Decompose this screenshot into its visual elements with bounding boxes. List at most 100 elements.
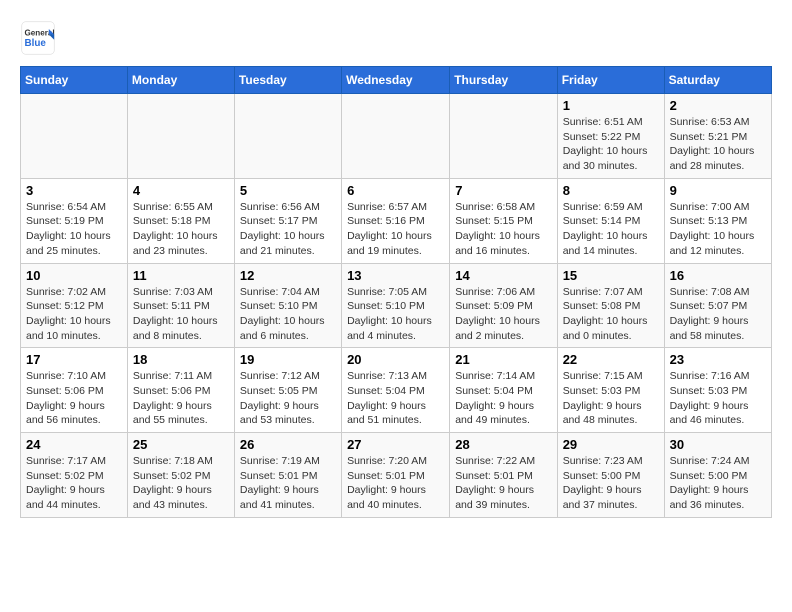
day-number: 23 — [670, 352, 766, 367]
calendar-week-2: 3 Sunrise: 6:54 AM Sunset: 5:19 PM Daylig… — [21, 178, 772, 263]
calendar-cell: 6 Sunrise: 6:57 AM Sunset: 5:16 PM Daylig… — [342, 178, 450, 263]
calendar-cell — [127, 94, 234, 179]
day-number: 14 — [455, 268, 551, 283]
day-number: 20 — [347, 352, 444, 367]
day-number: 17 — [26, 352, 122, 367]
day-number: 24 — [26, 437, 122, 452]
page-header: General Blue — [20, 20, 772, 56]
day-number: 3 — [26, 183, 122, 198]
day-number: 9 — [670, 183, 766, 198]
calendar-week-1: 1 Sunrise: 6:51 AM Sunset: 5:22 PM Daylig… — [21, 94, 772, 179]
calendar-cell — [342, 94, 450, 179]
day-number: 11 — [133, 268, 229, 283]
day-info: Sunrise: 7:19 AM Sunset: 5:01 PM Dayligh… — [240, 454, 336, 513]
calendar-cell: 29Sunrise: 7:23 AM Sunset: 5:00 PM Dayli… — [557, 433, 664, 518]
calendar-week-4: 17 Sunrise: 7:10 AM Sunset: 5:06 PM Dayli… — [21, 348, 772, 433]
day-info: Sunrise: 7:05 AM Sunset: 5:10 PM Dayligh… — [347, 285, 444, 344]
svg-text:Blue: Blue — [25, 38, 47, 49]
logo-icon: General Blue — [20, 20, 56, 56]
weekday-header-wednesday: Wednesday — [342, 67, 450, 94]
calendar-cell: 7 Sunrise: 6:58 AM Sunset: 5:15 PM Daylig… — [450, 178, 557, 263]
day-info: Sunrise: 7:22 AM Sunset: 5:01 PM Dayligh… — [455, 454, 551, 513]
calendar-cell: 13Sunrise: 7:05 AM Sunset: 5:10 PM Dayli… — [342, 263, 450, 348]
day-info: Sunrise: 7:06 AM Sunset: 5:09 PM Dayligh… — [455, 285, 551, 344]
day-number: 29 — [563, 437, 659, 452]
day-number: 19 — [240, 352, 336, 367]
day-info: Sunrise: 7:14 AM Sunset: 5:04 PM Dayligh… — [455, 369, 551, 428]
day-number: 1 — [563, 98, 659, 113]
calendar-cell: 25 Sunrise: 7:18 AM Sunset: 5:02 PM Dayli… — [127, 433, 234, 518]
calendar-table: SundayMondayTuesdayWednesdayThursdayFrid… — [20, 66, 772, 518]
calendar-body: 1 Sunrise: 6:51 AM Sunset: 5:22 PM Daylig… — [21, 94, 772, 518]
day-number: 22 — [563, 352, 659, 367]
day-info: Sunrise: 7:08 AM Sunset: 5:07 PM Dayligh… — [670, 285, 766, 344]
day-number: 18 — [133, 352, 229, 367]
logo: General Blue — [20, 20, 56, 56]
weekday-header-friday: Friday — [557, 67, 664, 94]
calendar-cell — [21, 94, 128, 179]
day-info: Sunrise: 7:24 AM Sunset: 5:00 PM Dayligh… — [670, 454, 766, 513]
day-info: Sunrise: 6:58 AM Sunset: 5:15 PM Dayligh… — [455, 200, 551, 259]
calendar-header: SundayMondayTuesdayWednesdayThursdayFrid… — [21, 67, 772, 94]
day-info: Sunrise: 7:11 AM Sunset: 5:06 PM Dayligh… — [133, 369, 229, 428]
day-number: 7 — [455, 183, 551, 198]
day-number: 12 — [240, 268, 336, 283]
day-number: 27 — [347, 437, 444, 452]
day-number: 28 — [455, 437, 551, 452]
day-number: 8 — [563, 183, 659, 198]
calendar-cell: 1 Sunrise: 6:51 AM Sunset: 5:22 PM Daylig… — [557, 94, 664, 179]
day-number: 10 — [26, 268, 122, 283]
calendar-cell: 14 Sunrise: 7:06 AM Sunset: 5:09 PM Dayli… — [450, 263, 557, 348]
day-info: Sunrise: 7:10 AM Sunset: 5:06 PM Dayligh… — [26, 369, 122, 428]
day-number: 4 — [133, 183, 229, 198]
day-number: 15 — [563, 268, 659, 283]
day-number: 21 — [455, 352, 551, 367]
day-info: Sunrise: 7:17 AM Sunset: 5:02 PM Dayligh… — [26, 454, 122, 513]
day-info: Sunrise: 7:03 AM Sunset: 5:11 PM Dayligh… — [133, 285, 229, 344]
day-info: Sunrise: 7:20 AM Sunset: 5:01 PM Dayligh… — [347, 454, 444, 513]
calendar-cell: 19 Sunrise: 7:12 AM Sunset: 5:05 PM Dayli… — [234, 348, 341, 433]
weekday-header-thursday: Thursday — [450, 67, 557, 94]
day-info: Sunrise: 7:02 AM Sunset: 5:12 PM Dayligh… — [26, 285, 122, 344]
calendar-cell: 8 Sunrise: 6:59 AM Sunset: 5:14 PM Daylig… — [557, 178, 664, 263]
calendar-cell: 16 Sunrise: 7:08 AM Sunset: 5:07 PM Dayli… — [664, 263, 771, 348]
day-info: Sunrise: 7:18 AM Sunset: 5:02 PM Dayligh… — [133, 454, 229, 513]
calendar-cell: 12 Sunrise: 7:04 AM Sunset: 5:10 PM Dayli… — [234, 263, 341, 348]
day-info: Sunrise: 6:56 AM Sunset: 5:17 PM Dayligh… — [240, 200, 336, 259]
day-info: Sunrise: 6:59 AM Sunset: 5:14 PM Dayligh… — [563, 200, 659, 259]
calendar-cell: 27 Sunrise: 7:20 AM Sunset: 5:01 PM Dayli… — [342, 433, 450, 518]
calendar-cell: 30 Sunrise: 7:24 AM Sunset: 5:00 PM Dayli… — [664, 433, 771, 518]
day-number: 30 — [670, 437, 766, 452]
calendar-cell — [234, 94, 341, 179]
day-info: Sunrise: 7:12 AM Sunset: 5:05 PM Dayligh… — [240, 369, 336, 428]
weekday-header-saturday: Saturday — [664, 67, 771, 94]
weekday-header-monday: Monday — [127, 67, 234, 94]
calendar-cell: 22Sunrise: 7:15 AM Sunset: 5:03 PM Dayli… — [557, 348, 664, 433]
calendar-cell — [450, 94, 557, 179]
day-number: 5 — [240, 183, 336, 198]
calendar-cell: 11 Sunrise: 7:03 AM Sunset: 5:11 PM Dayli… — [127, 263, 234, 348]
calendar-cell: 18 Sunrise: 7:11 AM Sunset: 5:06 PM Dayli… — [127, 348, 234, 433]
day-info: Sunrise: 6:57 AM Sunset: 5:16 PM Dayligh… — [347, 200, 444, 259]
calendar-cell: 9 Sunrise: 7:00 AM Sunset: 5:13 PM Daylig… — [664, 178, 771, 263]
calendar-cell: 26Sunrise: 7:19 AM Sunset: 5:01 PM Dayli… — [234, 433, 341, 518]
calendar-cell: 3 Sunrise: 6:54 AM Sunset: 5:19 PM Daylig… — [21, 178, 128, 263]
calendar-cell: 10 Sunrise: 7:02 AM Sunset: 5:12 PM Dayli… — [21, 263, 128, 348]
day-number: 2 — [670, 98, 766, 113]
day-number: 25 — [133, 437, 229, 452]
day-info: Sunrise: 6:55 AM Sunset: 5:18 PM Dayligh… — [133, 200, 229, 259]
weekday-header-tuesday: Tuesday — [234, 67, 341, 94]
calendar-cell: 5 Sunrise: 6:56 AM Sunset: 5:17 PM Daylig… — [234, 178, 341, 263]
calendar-cell: 21 Sunrise: 7:14 AM Sunset: 5:04 PM Dayli… — [450, 348, 557, 433]
weekday-header-row: SundayMondayTuesdayWednesdayThursdayFrid… — [21, 67, 772, 94]
calendar-cell: 20Sunrise: 7:13 AM Sunset: 5:04 PM Dayli… — [342, 348, 450, 433]
day-info: Sunrise: 6:51 AM Sunset: 5:22 PM Dayligh… — [563, 115, 659, 174]
calendar-cell: 2Sunrise: 6:53 AM Sunset: 5:21 PM Daylig… — [664, 94, 771, 179]
day-info: Sunrise: 7:04 AM Sunset: 5:10 PM Dayligh… — [240, 285, 336, 344]
day-number: 16 — [670, 268, 766, 283]
day-info: Sunrise: 7:00 AM Sunset: 5:13 PM Dayligh… — [670, 200, 766, 259]
day-number: 6 — [347, 183, 444, 198]
calendar-week-3: 10 Sunrise: 7:02 AM Sunset: 5:12 PM Dayli… — [21, 263, 772, 348]
calendar-cell: 24 Sunrise: 7:17 AM Sunset: 5:02 PM Dayli… — [21, 433, 128, 518]
day-info: Sunrise: 6:54 AM Sunset: 5:19 PM Dayligh… — [26, 200, 122, 259]
